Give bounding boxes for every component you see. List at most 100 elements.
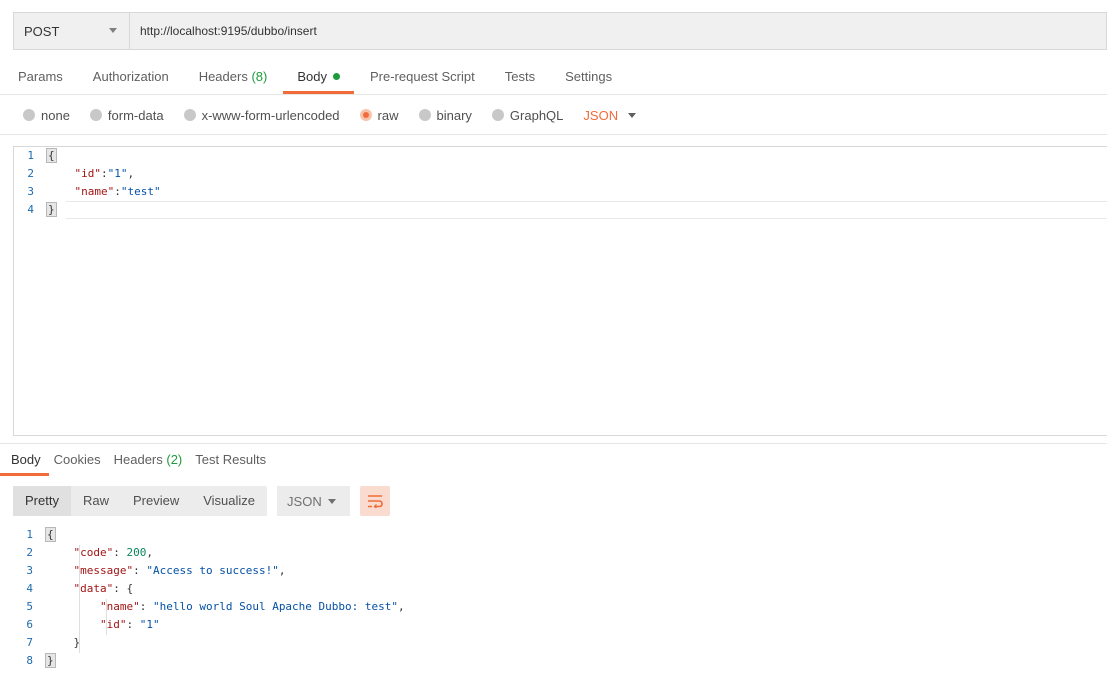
- json-key: "data": [73, 582, 114, 595]
- line-number: 1: [27, 149, 34, 162]
- brace: }: [46, 202, 57, 217]
- response-body-viewer[interactable]: 1{ 2 "code": 200, 3 "message": "Access t…: [13, 526, 405, 670]
- pretty-button[interactable]: Pretty: [13, 486, 71, 516]
- radio-icon: [183, 109, 196, 121]
- tab-settings[interactable]: Settings: [565, 64, 612, 94]
- radio-graphql[interactable]: GraphQL: [491, 107, 564, 123]
- format-select[interactable]: JSON: [583, 108, 637, 123]
- divider: [0, 94, 1107, 95]
- json-value: "hello world Soul Apache Dubbo: test": [152, 600, 399, 613]
- visualize-button[interactable]: Visualize: [191, 486, 267, 516]
- code-line: 7 }: [13, 634, 405, 652]
- wrap-lines-button[interactable]: [360, 486, 391, 516]
- code-line: 4 "data": {: [13, 580, 405, 598]
- json-value: "1": [139, 618, 160, 631]
- radio-label: form-data: [107, 107, 164, 123]
- code-line: 2 "id":"1",: [14, 165, 161, 183]
- status-dot-icon: [332, 73, 340, 80]
- line-number: 7: [26, 636, 33, 649]
- language-select[interactable]: JSON: [277, 486, 351, 516]
- raw-button[interactable]: Raw: [71, 486, 121, 516]
- line-number: 8: [26, 654, 33, 667]
- line-number: 3: [27, 185, 34, 198]
- line-number: 4: [26, 582, 33, 595]
- method-label: POST: [24, 23, 60, 39]
- brace: }: [45, 653, 56, 668]
- divider: [0, 443, 1107, 444]
- request-bar: POST http://localhost:9195/dubbo/insert: [13, 12, 1107, 50]
- resp-tab-cookies[interactable]: Cookies: [54, 448, 101, 476]
- tab-label: Cookies: [53, 452, 101, 467]
- code-line: 1{: [14, 147, 161, 165]
- json-key: "message": [73, 564, 134, 577]
- brace: }: [73, 636, 81, 649]
- url-input[interactable]: http://localhost:9195/dubbo/insert: [130, 13, 1106, 49]
- json-key: "id": [74, 167, 102, 180]
- code-line: 3 "message": "Access to success!",: [13, 562, 405, 580]
- tab-headers[interactable]: Headers (8): [199, 64, 268, 94]
- line-number: 1: [26, 528, 33, 541]
- chevron-down-icon: [328, 499, 337, 504]
- radio-label: x-www-form-urlencoded: [201, 107, 340, 123]
- tab-tests[interactable]: Tests: [505, 64, 535, 94]
- radio-urlencoded[interactable]: x-www-form-urlencoded: [183, 107, 340, 123]
- chevron-down-icon: [628, 112, 637, 118]
- code-line: 1{: [13, 526, 405, 544]
- language-label: JSON: [287, 493, 322, 509]
- code-line: 5 "name": "hello world Soul Apache Dubbo…: [13, 598, 404, 616]
- resp-tab-headers[interactable]: Headers (2): [114, 448, 183, 476]
- tab-label: Test Results: [195, 452, 267, 467]
- url-text: http://localhost:9195/dubbo/insert: [140, 24, 317, 38]
- radio-label: GraphQL: [509, 107, 564, 123]
- tab-pre-request-script[interactable]: Pre-request Script: [370, 64, 475, 94]
- tab-label: Params: [18, 69, 63, 84]
- json-key: "id": [99, 618, 127, 631]
- radio-binary[interactable]: binary: [418, 107, 472, 123]
- line-number: 2: [27, 167, 34, 180]
- method-select[interactable]: POST: [14, 13, 130, 49]
- chevron-down-icon: [109, 28, 117, 33]
- brace: {: [46, 148, 57, 163]
- code-line: 8}: [13, 652, 405, 670]
- brace: {: [45, 527, 56, 542]
- tab-label: Body: [297, 69, 327, 84]
- radio-label: binary: [436, 107, 472, 123]
- json-key: "code": [73, 546, 114, 559]
- code-line: 6 "id": "1": [13, 616, 405, 634]
- request-tabs: Params Authorization Headers (8) Body Pr…: [18, 64, 642, 94]
- radio-label: none: [41, 107, 70, 123]
- json-key: "name": [74, 185, 115, 198]
- line-number: 3: [26, 564, 33, 577]
- body-type-selector: none form-data x-www-form-urlencoded raw…: [23, 105, 637, 125]
- code-line: 2 "code": 200,: [13, 544, 405, 562]
- code-line: 3 "name":"test": [14, 183, 160, 201]
- resp-tab-body[interactable]: Body: [0, 448, 49, 476]
- line-number: 5: [26, 600, 33, 613]
- line-number: 6: [26, 618, 33, 631]
- radio-raw[interactable]: raw: [359, 107, 399, 123]
- radio-icon: [418, 109, 431, 121]
- preview-button[interactable]: Preview: [121, 486, 191, 516]
- radio-none[interactable]: none: [23, 108, 70, 123]
- resp-tab-test-results[interactable]: Test Results: [195, 448, 266, 476]
- response-view-toolbar: Pretty Raw Preview Visualize JSON: [13, 486, 391, 516]
- line-number: 2: [26, 546, 33, 559]
- radio-icon: [89, 109, 102, 121]
- tab-body[interactable]: Body: [283, 64, 354, 94]
- divider: [0, 134, 1107, 135]
- tab-params[interactable]: Params: [18, 64, 63, 94]
- headers-count: (2): [166, 452, 183, 467]
- wrap-lines-icon: [368, 495, 383, 508]
- view-mode-group: Pretty Raw Preview Visualize: [13, 486, 268, 516]
- json-value: 200: [126, 546, 147, 559]
- code-line: 4}: [14, 201, 161, 219]
- tab-authorization[interactable]: Authorization: [93, 64, 169, 94]
- radio-form-data[interactable]: form-data: [89, 107, 164, 123]
- line-number: 4: [27, 203, 34, 216]
- tab-label: Headers: [113, 452, 163, 467]
- radio-label: raw: [377, 107, 399, 123]
- tab-label: Tests: [504, 69, 536, 84]
- json-key: "name": [99, 600, 140, 613]
- request-body-editor[interactable]: 1{ 2 "id":"1", 3 "name":"test" 4}: [13, 146, 1107, 436]
- radio-icon: [23, 109, 35, 121]
